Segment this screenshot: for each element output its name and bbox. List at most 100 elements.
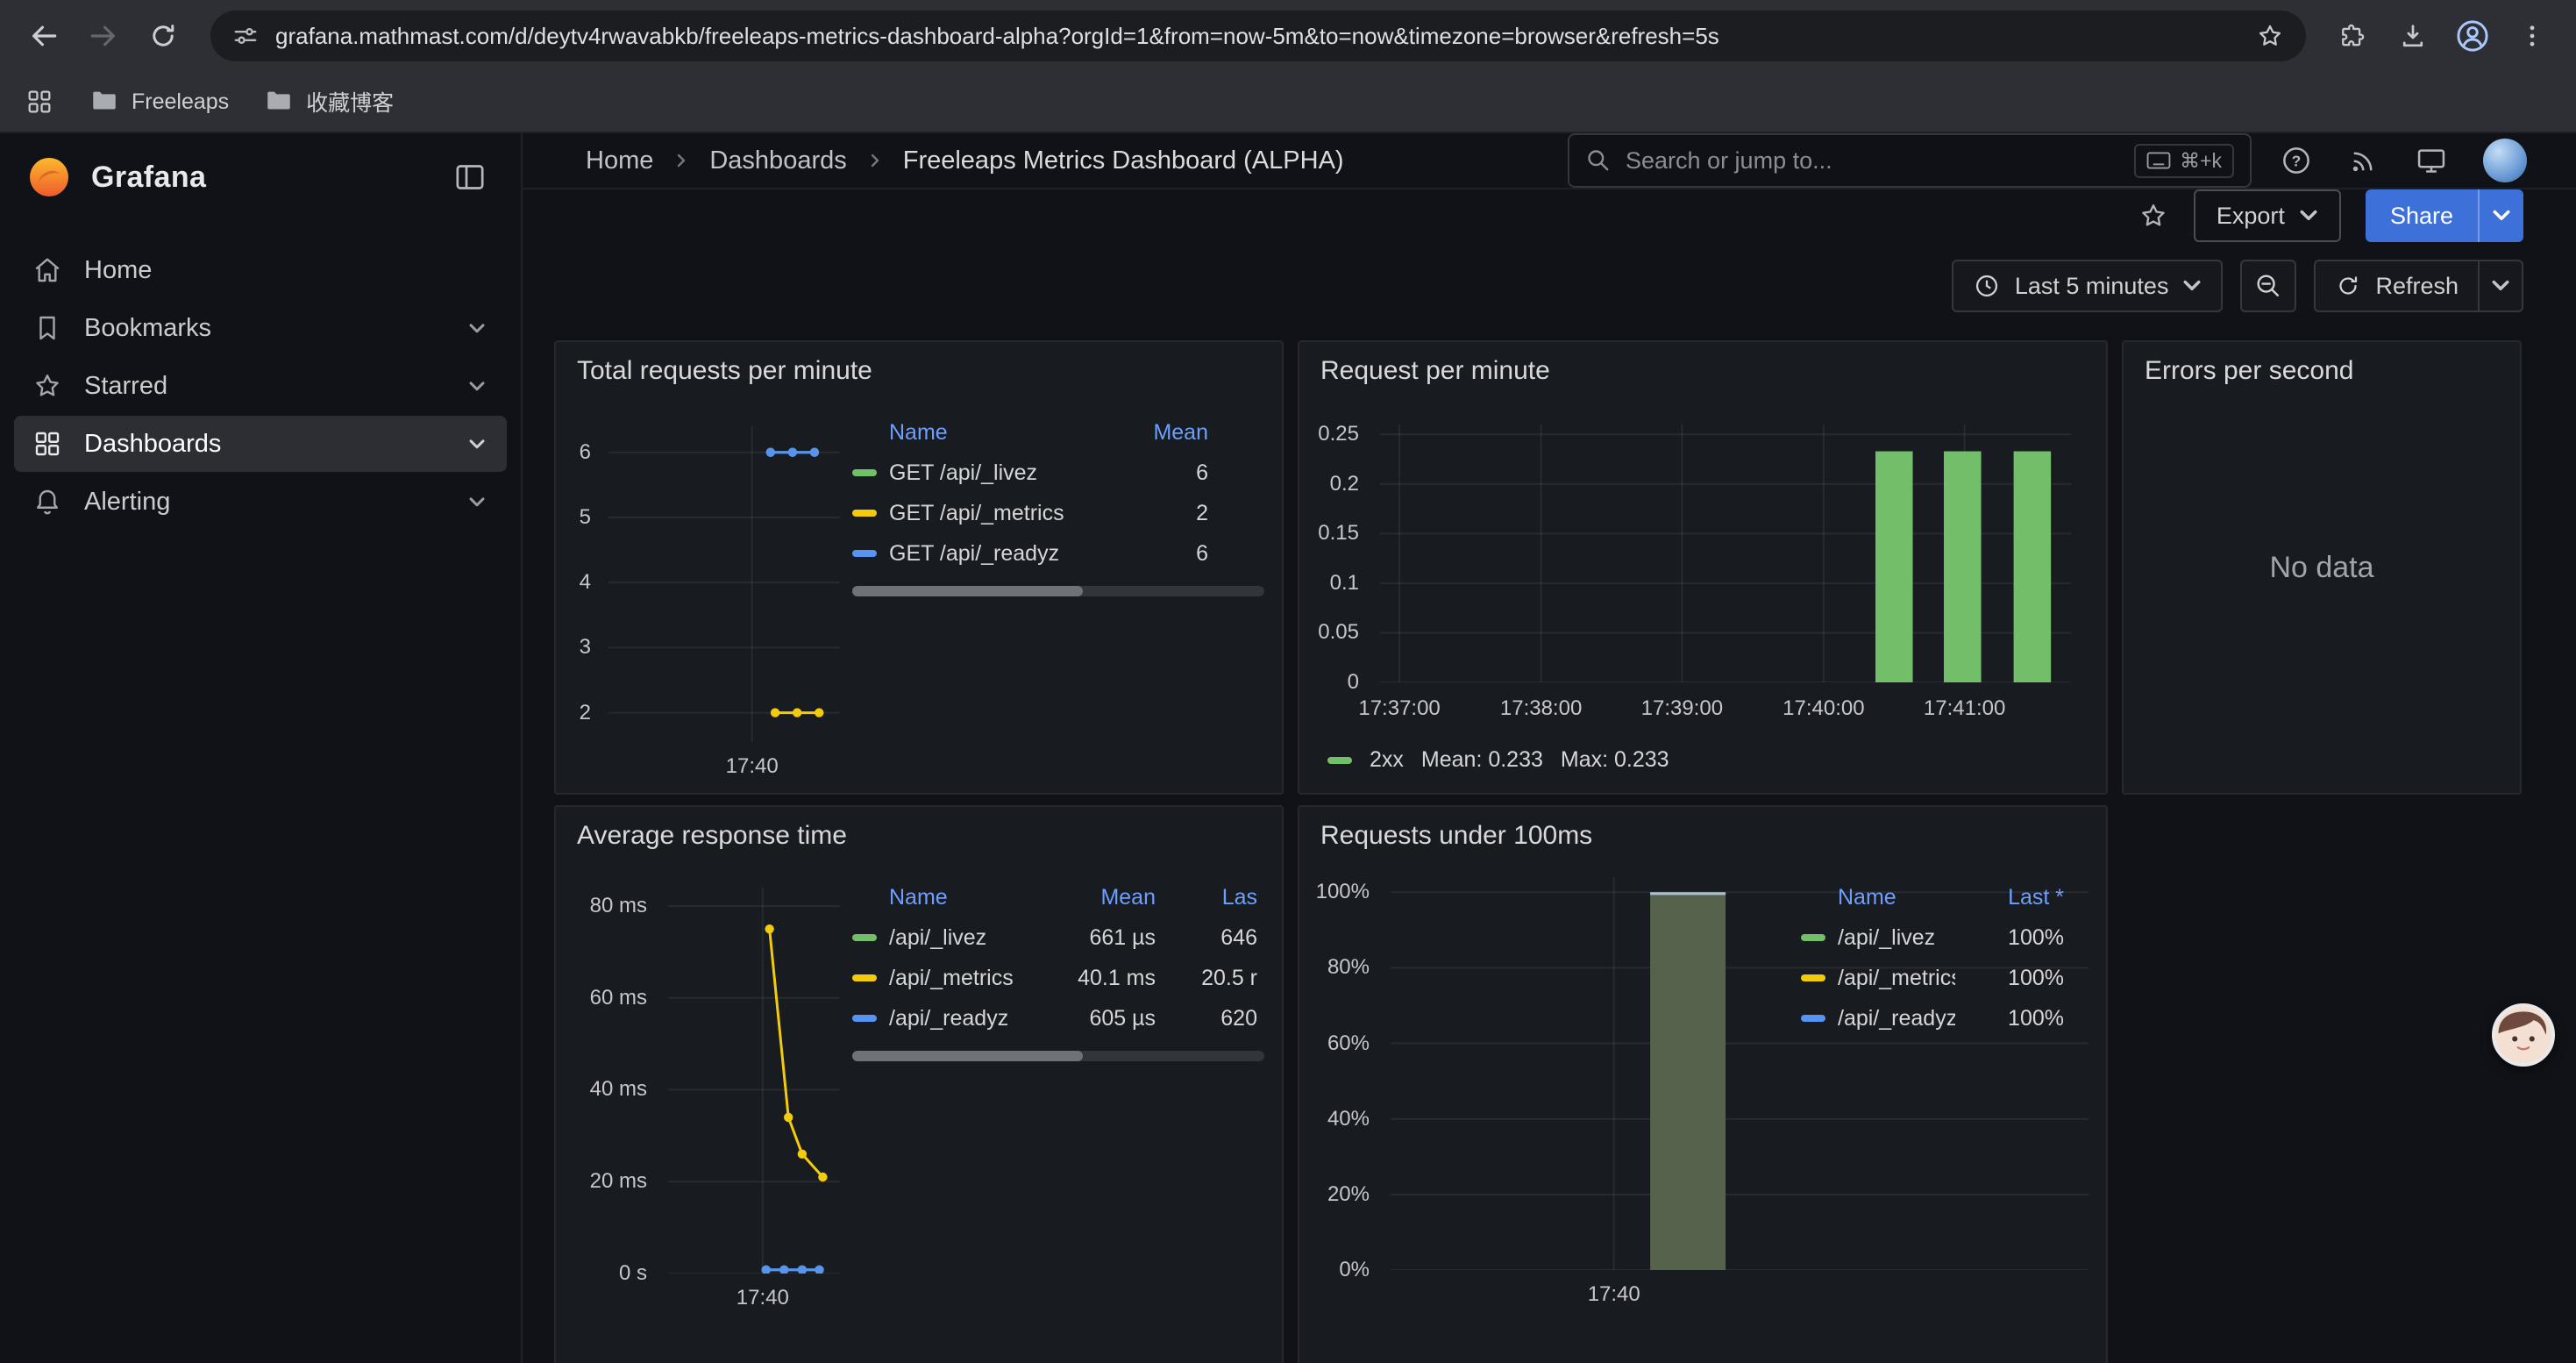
help-icon[interactable]: ?	[2280, 144, 2313, 177]
refresh-interval-button[interactable]	[2478, 260, 2523, 312]
legend-table: NameMeanGET /api/_livez6GET /api/_metric…	[852, 412, 1264, 596]
search-icon	[1585, 147, 1612, 174]
bookmark-item[interactable]: Freeleaps	[89, 87, 229, 117]
chart-plot[interactable]	[1380, 425, 2071, 682]
series-value: 620	[1156, 1006, 1257, 1031]
back-button[interactable]	[18, 10, 70, 62]
folder-icon	[264, 87, 294, 117]
legend-scrollbar-thumb[interactable]	[852, 1051, 1083, 1061]
legend-row[interactable]: GET /api/_metrics2	[852, 493, 1264, 533]
sidebar-collapse-button[interactable]	[447, 154, 493, 200]
legend-footer: 2xx Mean: 0.233 Max: 0.233	[1327, 747, 1669, 773]
url-bar[interactable]	[210, 11, 2306, 61]
panel-title[interactable]: Requests under 100ms	[1320, 821, 1592, 851]
extensions-button[interactable]	[2327, 10, 2380, 62]
panel-title[interactable]: Total requests per minute	[577, 356, 872, 386]
downloads-button[interactable]	[2387, 10, 2439, 62]
legend-row[interactable]: /api/_livez661 µs646	[852, 917, 1264, 958]
panel-requests-under-100ms: Requests under 100ms 100%80%60%40%20%0% …	[1298, 805, 2108, 1363]
legend-row[interactable]: /api/_livez100%	[1801, 917, 2085, 958]
legend-row[interactable]: /api/_readyz100%	[1801, 998, 2085, 1038]
search-input[interactable]	[1626, 147, 2120, 175]
reload-button[interactable]	[137, 10, 189, 62]
series-swatch	[852, 550, 877, 557]
sidebar-item-bookmarks[interactable]: Bookmarks	[14, 300, 507, 356]
apps-grid-icon[interactable]	[25, 87, 54, 117]
sidebar-item-alerting[interactable]: Alerting	[14, 474, 507, 530]
legend-header-cell[interactable]: Mean	[1054, 885, 1156, 910]
profile-button[interactable]	[2446, 10, 2499, 62]
time-range-picker[interactable]: Last 5 minutes	[1952, 260, 2224, 312]
series-value: 2	[1099, 501, 1208, 526]
series-name: GET /api/_livez	[889, 460, 1037, 486]
panel-title[interactable]: Request per minute	[1320, 356, 1550, 386]
forward-icon	[87, 19, 120, 53]
series-value: 100%	[1955, 966, 2064, 991]
forward-button[interactable]	[77, 10, 130, 62]
chat-widget-avatar[interactable]	[2492, 1003, 2555, 1067]
site-settings-icon[interactable]	[231, 22, 260, 50]
series-value: 6	[1099, 541, 1208, 567]
legend-row[interactable]: GET /api/_livez6	[852, 453, 1264, 493]
y-tick-label: 80 ms	[590, 892, 647, 920]
share-label: Share	[2390, 203, 2453, 230]
panel-title[interactable]: Average response time	[577, 821, 847, 851]
legend-scrollbar[interactable]	[852, 586, 1264, 596]
legend-header-cell[interactable]: Mean	[1099, 420, 1208, 446]
news-rss-icon[interactable]	[2348, 145, 2380, 176]
chevron-right-icon	[671, 150, 692, 171]
legend-header-cell[interactable]: Name	[1801, 885, 1955, 910]
export-button[interactable]: Export	[2194, 189, 2341, 242]
y-tick-label: 0	[1348, 668, 1359, 696]
x-tick-label: 17:40	[682, 754, 822, 779]
sidebar-item-dashboards[interactable]: Dashboards	[14, 416, 507, 472]
legend-scrollbar[interactable]	[852, 1051, 1264, 1061]
y-axis: 65432	[556, 426, 601, 742]
tv-kiosk-icon[interactable]	[2415, 144, 2448, 177]
sidebar-item-label: Home	[84, 256, 152, 285]
search-box[interactable]: ⌘+k	[1568, 133, 2252, 188]
legend-row[interactable]: /api/_readyz605 µs620	[852, 998, 1264, 1038]
legend-header-cell[interactable]: Name	[852, 420, 1099, 446]
breadcrumb-home[interactable]: Home	[586, 146, 653, 175]
legend-table: NameLast * /api/_livez100%/api/_metrics10…	[1801, 877, 2085, 1038]
legend-row[interactable]: /api/_metrics40.1 ms20.5 r	[852, 958, 1264, 998]
sidebar-item-home[interactable]: Home	[14, 242, 507, 298]
share-button[interactable]: Share	[2366, 189, 2478, 242]
user-avatar[interactable]	[2483, 139, 2527, 182]
legend-header-cell[interactable]: Last *	[1955, 885, 2064, 910]
chart-plot[interactable]	[668, 888, 840, 1274]
chart-plot[interactable]	[608, 426, 840, 742]
share-dropdown-button[interactable]	[2478, 189, 2523, 242]
breadcrumb-dashboards[interactable]: Dashboards	[709, 146, 846, 175]
legend-header-cell[interactable]: Name	[852, 885, 1054, 910]
bookmark-label: 收藏博客	[306, 86, 394, 118]
legend-scrollbar-thumb[interactable]	[852, 586, 1083, 596]
sidebar-nav: Home Bookmarks Starred Dashboards	[0, 221, 521, 530]
refresh-button[interactable]: Refresh	[2314, 260, 2480, 312]
panel-average-response-time: Average response time 80 ms60 ms40 ms20 …	[554, 805, 1284, 1363]
chevron-right-icon	[865, 150, 886, 171]
legend-row[interactable]: /api/_metrics100%	[1801, 958, 2085, 998]
url-input[interactable]	[275, 23, 2239, 50]
legend-header-row: NameMeanLas	[852, 877, 1264, 917]
zoom-out-button[interactable]	[2240, 260, 2296, 312]
series-name[interactable]: 2xx	[1370, 747, 1404, 773]
legend-row[interactable]: GET /api/_readyz6	[852, 533, 1264, 574]
grafana-logo-icon[interactable]	[28, 156, 70, 198]
bookmark-star-icon[interactable]	[2255, 21, 2285, 51]
puzzle-icon	[2338, 21, 2368, 51]
browser-menu-button[interactable]	[2506, 10, 2558, 62]
x-axis: 17:40	[608, 751, 840, 779]
header-icons: ?	[2280, 139, 2527, 182]
y-tick-label: 40 ms	[590, 1075, 647, 1103]
sidebar-item-starred[interactable]: Starred	[14, 358, 507, 414]
legend-header-cell[interactable]: Las	[1156, 885, 1257, 910]
bookmark-item[interactable]: 收藏博客	[264, 86, 394, 118]
download-icon	[2397, 20, 2429, 52]
favorite-star-icon[interactable]	[2138, 200, 2169, 232]
profile-avatar-icon	[2454, 18, 2491, 54]
brand-name: Grafana	[91, 161, 206, 195]
time-range-label: Last 5 minutes	[2015, 273, 2169, 300]
y-tick-label: 2	[580, 699, 591, 727]
